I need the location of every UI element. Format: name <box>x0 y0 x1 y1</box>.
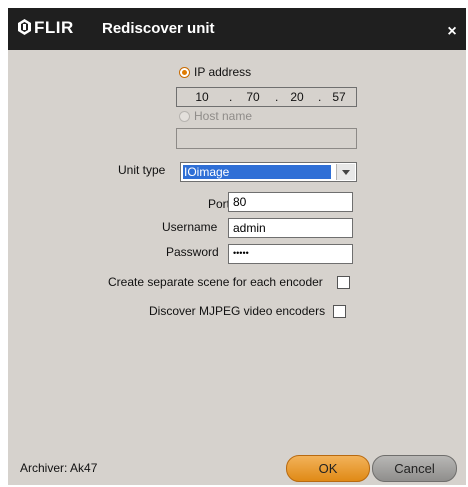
ip-separator: . <box>275 90 279 104</box>
ip-separator: . <box>318 90 322 104</box>
ip-octet-4[interactable]: 57 <box>326 90 352 104</box>
discover-mjpeg-label: Discover MJPEG video encoders <box>149 304 326 318</box>
unit-type-selected-value: IOimage <box>183 165 331 179</box>
password-label: Password <box>166 245 219 259</box>
chevron-down-icon[interactable] <box>336 164 355 180</box>
close-icon[interactable]: × <box>444 24 460 40</box>
ip-address-radio[interactable] <box>179 67 190 78</box>
ip-address-field[interactable]: 10 . 70 . 20 . 57 <box>176 87 357 107</box>
title-bar: FLIR Rediscover unit × <box>8 8 466 50</box>
port-field[interactable]: 80 <box>228 192 353 212</box>
discover-mjpeg-checkbox[interactable] <box>333 305 346 318</box>
ip-separator: . <box>229 90 233 104</box>
ok-button[interactable]: OK <box>286 455 370 482</box>
dialog-footer: Archiver: Ak47 OK Cancel <box>8 447 466 485</box>
port-label: Port <box>208 197 231 211</box>
ip-address-label: IP address <box>194 65 252 79</box>
host-name-label: Host name <box>194 109 253 123</box>
unit-type-label: Unit type <box>118 163 166 177</box>
dialog-title: Rediscover unit <box>102 20 215 37</box>
host-name-radio[interactable] <box>179 111 190 122</box>
dialog-body: IP address 10 . 70 . 20 . 57 Host name U… <box>8 50 466 447</box>
flir-logo: FLIR <box>18 18 74 38</box>
username-label: Username <box>162 220 218 234</box>
host-name-field[interactable] <box>176 128 357 149</box>
separate-scene-checkbox[interactable] <box>337 276 350 289</box>
ip-octet-3[interactable]: 20 <box>284 90 310 104</box>
separate-scene-label: Create separate scene for each encoder <box>108 275 323 289</box>
rediscover-unit-dialog: FLIR Rediscover unit × IP address 10 . 7… <box>8 8 466 485</box>
flir-emblem-icon <box>18 19 31 35</box>
ip-octet-1[interactable]: 10 <box>189 90 215 104</box>
logo-text: FLIR <box>34 18 74 37</box>
cancel-button[interactable]: Cancel <box>372 455 457 482</box>
ip-octet-2[interactable]: 70 <box>240 90 266 104</box>
username-field[interactable]: admin <box>228 218 353 238</box>
password-field[interactable]: ••••• <box>228 244 353 264</box>
unit-type-dropdown[interactable]: IOimage <box>180 162 357 182</box>
archiver-label: Archiver: Ak47 <box>20 461 98 475</box>
